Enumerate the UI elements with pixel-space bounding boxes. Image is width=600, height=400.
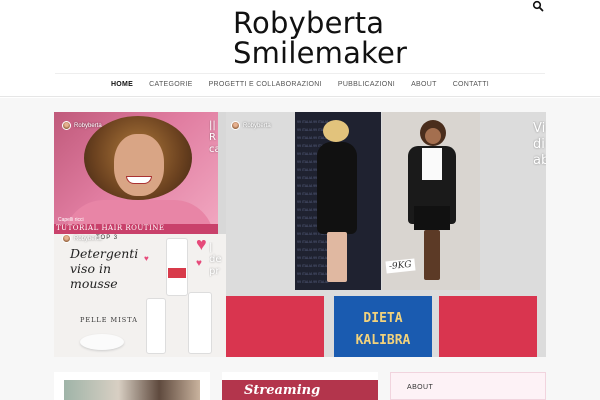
widget-title: ABOUT bbox=[407, 384, 434, 391]
post-image-heading-line3: mousse bbox=[70, 276, 118, 291]
post-image-block bbox=[226, 296, 324, 357]
nav-item-contatti[interactable]: CONTATTI bbox=[445, 74, 497, 96]
nav-item-about[interactable]: ABOUT bbox=[403, 74, 445, 96]
post-image-heading: Detergenti viso in mousse bbox=[70, 246, 138, 291]
product-bottle bbox=[188, 292, 212, 354]
author-avatar bbox=[231, 121, 240, 130]
post-image-blocks: DIETA KALIBRA bbox=[226, 296, 546, 357]
site-title[interactable]: Robyberta Smilemaker bbox=[233, 8, 407, 68]
author-name: Robyberta bbox=[74, 122, 102, 129]
post-image-smile bbox=[126, 176, 152, 184]
heart-icon: ♥ bbox=[196, 234, 207, 254]
author-name: Robyberta bbox=[243, 122, 271, 129]
post-image-block bbox=[439, 296, 537, 357]
nav-item-pubblicazioni[interactable]: PUBBLICAZIONI bbox=[330, 74, 403, 96]
post-image-kg-label: -9KG bbox=[385, 258, 416, 274]
post-image-heading-line2: viso in bbox=[70, 261, 112, 276]
post-image-foam bbox=[80, 334, 124, 350]
heart-icon: ♥ bbox=[196, 258, 202, 269]
post-card[interactable] bbox=[54, 372, 210, 400]
post-image-heading-line1: Detergenti bbox=[70, 246, 139, 261]
site-title-line2[interactable]: Smilemaker bbox=[233, 38, 407, 68]
post-image-photo-right: -9KG bbox=[382, 112, 480, 290]
post-card-image-text: Streaming bbox=[244, 383, 321, 398]
post-image-face bbox=[114, 134, 164, 196]
post-author[interactable]: Robyberta bbox=[62, 121, 102, 130]
featured-post-hair-routine[interactable]: Robyberta Capelli ricci TUTORIAL HAIR RO… bbox=[54, 112, 218, 234]
heart-icon: ♥ bbox=[144, 254, 149, 263]
post-image-subheading: PELLE MISTA bbox=[80, 316, 138, 324]
post-category[interactable]: Capelli ricci bbox=[58, 217, 84, 223]
search-icon[interactable] bbox=[532, 0, 546, 12]
post-author[interactable]: Robyberta bbox=[231, 121, 271, 130]
post-title-fragment[interactable]: | de pr bbox=[209, 242, 226, 282]
featured-post-detergenti[interactable]: TOP 3 Detergenti viso in mousse PELLE MI… bbox=[54, 234, 226, 357]
nav-item-progetti[interactable]: PROGETTI E COLLABORAZIONI bbox=[201, 74, 330, 96]
author-avatar bbox=[62, 234, 71, 243]
post-image-legs bbox=[327, 232, 347, 282]
author-avatar bbox=[62, 121, 71, 130]
nav-item-home[interactable]: HOME bbox=[103, 74, 141, 96]
post-image-dress bbox=[317, 142, 357, 234]
featured-slider: Robyberta Capelli ricci TUTORIAL HAIR RO… bbox=[54, 112, 546, 357]
post-image-shirt bbox=[422, 148, 442, 180]
post-image-hair bbox=[323, 120, 349, 142]
post-image-photo-left: 99 ITALIA 99 ITALIA 99 ITALIA 99 ITALIA … bbox=[295, 112, 381, 290]
post-title-fragment[interactable]: Vi di ab bbox=[533, 121, 546, 171]
product-label bbox=[168, 268, 186, 278]
sidebar-about-widget: ABOUT bbox=[390, 372, 546, 400]
post-card-image[interactable] bbox=[64, 380, 200, 400]
site-title-line1[interactable]: Robyberta bbox=[233, 8, 407, 38]
post-author[interactable]: Robyberta bbox=[62, 234, 102, 243]
dieta-line2: KALIBRA bbox=[355, 333, 411, 348]
post-title-fragment[interactable]: || R ca bbox=[209, 120, 218, 160]
product-bottle bbox=[146, 298, 166, 354]
post-image-banner-text: TUTORIAL HAIR ROUTINE bbox=[56, 224, 165, 232]
post-image-dieta-text: DIETA KALIBRA bbox=[340, 308, 426, 352]
site-header: Robyberta Smilemaker HOME CATEGORIE PROG… bbox=[0, 0, 600, 97]
author-name: Robyberta bbox=[74, 235, 102, 242]
post-image-legs bbox=[424, 230, 440, 280]
post-image-face bbox=[425, 128, 441, 144]
dieta-line1: DIETA bbox=[363, 311, 403, 326]
featured-post-dieta[interactable]: 99 ITALIA 99 ITALIA 99 ITALIA 99 ITALIA … bbox=[226, 112, 546, 357]
product-bottle bbox=[166, 238, 188, 296]
post-image-skirt bbox=[414, 206, 450, 230]
main-nav: HOME CATEGORIE PROGETTI E COLLABORAZIONI… bbox=[55, 74, 545, 96]
nav-item-categorie[interactable]: CATEGORIE bbox=[141, 74, 200, 96]
post-card[interactable]: Streaming bbox=[222, 372, 378, 400]
